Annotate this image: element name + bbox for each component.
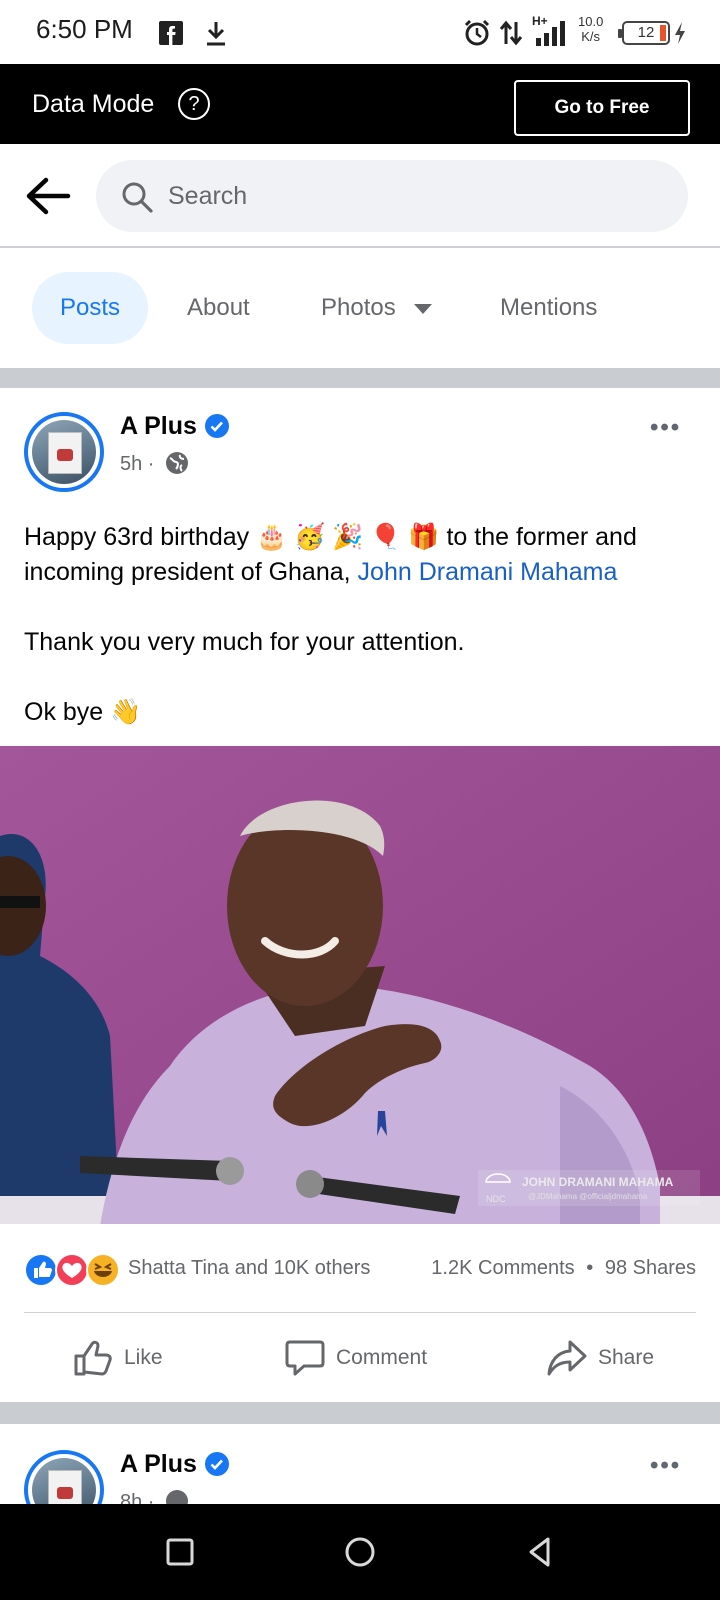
data-mode-banner: Data Mode ? Go to Free: [0, 64, 720, 144]
section-divider: [0, 1402, 720, 1424]
help-icon[interactable]: ?: [178, 88, 210, 120]
more-options-icon[interactable]: •••: [650, 414, 681, 442]
avatar[interactable]: [24, 412, 104, 492]
tab-about[interactable]: About: [187, 272, 250, 344]
post-text-line1: Happy 63rd birthday 🎂 🥳 🎉 🎈 🎁 to the for…: [24, 520, 704, 555]
comments-count[interactable]: 1.2K Comments: [431, 1257, 574, 1279]
post-author[interactable]: A Plus: [120, 1450, 197, 1479]
more-options-icon[interactable]: •••: [650, 1452, 681, 1480]
tab-posts[interactable]: Posts: [32, 272, 148, 344]
post-text-para2: Thank you very much for your attention.: [24, 628, 465, 656]
tab-mentions[interactable]: Mentions: [500, 272, 597, 344]
engagement-counts: 1.2K Comments • 98 Shares: [431, 1257, 696, 1280]
avatar-image: [32, 420, 96, 484]
reactions-summary[interactable]: Shatta Tina and 10K others: [128, 1257, 370, 1280]
back-arrow-icon[interactable]: [24, 174, 72, 218]
share-icon: [547, 1340, 587, 1376]
download-icon: [207, 22, 225, 46]
network-speed: 10.0 K/s: [578, 14, 603, 44]
section-divider: [0, 368, 720, 388]
battery-fill: [660, 25, 666, 41]
data-mode-label: Data Mode: [32, 90, 155, 118]
verified-badge-icon: [205, 1452, 229, 1476]
comment-label: Comment: [336, 1346, 428, 1369]
tab-photos[interactable]: Photos: [321, 272, 432, 344]
comment-icon: [285, 1340, 325, 1376]
post-photo[interactable]: NDC JOHN DRAMANI MAHAMA @JDMahama @offic…: [0, 746, 720, 1224]
share-label: Share: [598, 1346, 655, 1369]
recents-icon[interactable]: [160, 1532, 200, 1572]
photo-illustration: NDC JOHN DRAMANI MAHAMA @JDMahama @offic…: [0, 746, 720, 1224]
watermark-title: JOHN DRAMANI MAHAMA: [522, 1175, 674, 1189]
mention-link[interactable]: John Dramani Mahama: [358, 558, 618, 586]
facebook-icon: [159, 21, 183, 45]
search-header: Search: [0, 144, 720, 248]
post-time-value: 8h: [120, 1491, 143, 1504]
post-text-para3: Ok bye 👋: [24, 698, 142, 726]
charging-icon: [675, 22, 685, 44]
watermark-sub: @JDMahama @officialjdmahama: [528, 1192, 648, 1201]
status-time: 6:50 PM: [36, 14, 133, 44]
search-input[interactable]: Search: [96, 160, 688, 232]
meta-separator: ·: [142, 1491, 155, 1504]
search-icon: [122, 182, 153, 213]
actions-divider: [24, 1312, 696, 1313]
post-time-value: 5h: [120, 453, 143, 475]
next-post: A Plus 8h · •••: [0, 1424, 720, 1504]
data-arrows-icon: [499, 20, 523, 46]
meta-separator: ·: [142, 453, 155, 475]
status-bar: 6:50 PM H+ 10.0 K/s 12: [0, 0, 720, 64]
home-icon[interactable]: [340, 1532, 380, 1572]
shares-count[interactable]: 98 Shares: [605, 1257, 696, 1279]
post-time: 5h ·: [120, 453, 154, 476]
avatar-image: [32, 1458, 96, 1504]
watermark-logo: NDC: [486, 1194, 506, 1204]
speed-unit: K/s: [581, 29, 601, 44]
avatar-card: [48, 1470, 82, 1504]
post-time: 8h ·: [120, 1491, 154, 1504]
like-label: Like: [124, 1346, 163, 1369]
post-text-part: to the former and: [439, 523, 637, 551]
verified-badge-icon: [205, 414, 229, 438]
system-nav-bar: [0, 1504, 720, 1600]
post-text-part: incoming president of Ghana,: [24, 558, 358, 586]
battery-icon: 12: [618, 21, 670, 45]
tab-photos-label: Photos: [321, 294, 396, 321]
search-placeholder: Search: [168, 182, 248, 210]
avatar[interactable]: [24, 1450, 104, 1504]
reaction-icons[interactable]: [24, 1253, 122, 1287]
signal-icon: [536, 21, 565, 46]
speed-value: 10.0: [578, 14, 604, 29]
alarm-icon: [464, 19, 490, 46]
profile-tabs: Posts About Photos Mentions: [0, 250, 720, 368]
post-text-line2: incoming president of Ghana, John Draman…: [24, 555, 704, 590]
count-separator: •: [586, 1257, 594, 1279]
battery-level: 12: [637, 24, 655, 41]
post-text-part: Happy 63rd birthday: [24, 523, 257, 551]
chevron-down-icon: [413, 303, 432, 314]
post-text: Happy 63rd birthday 🎂 🥳 🎉 🎈 🎁 to the for…: [24, 520, 704, 730]
globe-icon: [166, 1490, 188, 1504]
like-icon: [74, 1340, 112, 1376]
globe-icon: [166, 452, 188, 474]
emoji-sequence: 🎂 🥳 🎉 🎈 🎁: [256, 523, 440, 551]
back-icon[interactable]: [520, 1532, 560, 1572]
post-author[interactable]: A Plus: [120, 412, 197, 441]
avatar-card: [48, 432, 82, 474]
go-to-free-button[interactable]: Go to Free: [514, 80, 690, 136]
